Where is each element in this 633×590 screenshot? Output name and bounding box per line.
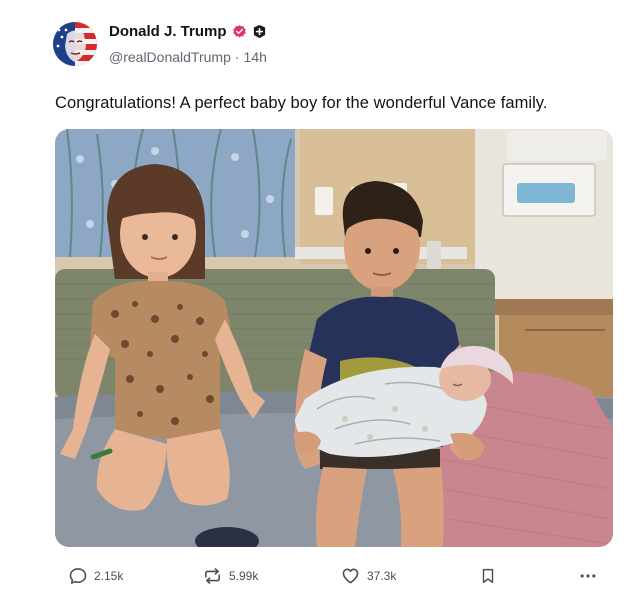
speech-bubble-icon xyxy=(69,568,87,584)
post-card: Donald J. Trump @realDonaldTrump · 14h C… xyxy=(0,0,633,590)
post-text: Congratulations! A perfect baby boy for … xyxy=(55,94,548,112)
repost-arrows-icon xyxy=(205,568,220,584)
heart-icon xyxy=(342,568,359,584)
repost-button[interactable]: 5.99k xyxy=(202,566,258,586)
post-photo[interactable] xyxy=(55,129,613,547)
author-display-name[interactable]: Donald J. Trump xyxy=(109,23,227,40)
plus-badge-icon xyxy=(252,24,267,39)
more-button[interactable] xyxy=(578,566,598,586)
reply-button[interactable]: 2.15k xyxy=(68,566,123,586)
more-dots-icon xyxy=(580,574,596,578)
author-handle[interactable]: @realDonaldTrump xyxy=(109,49,231,65)
repost-count: 5.99k xyxy=(229,569,259,583)
reply-count: 2.15k xyxy=(94,569,124,583)
bookmark-button[interactable] xyxy=(479,566,497,586)
avatar[interactable] xyxy=(53,22,97,66)
like-button[interactable]: 37.3k xyxy=(340,566,396,586)
author-handle-row: @realDonaldTrump · 14h xyxy=(109,49,267,65)
action-bar: 2.15k 5.99k 37.3k xyxy=(0,566,633,590)
verified-badge-icon xyxy=(232,24,247,39)
meta-separator: · xyxy=(234,49,240,65)
post-time[interactable]: 14h xyxy=(244,49,267,65)
bookmark-icon xyxy=(482,568,494,584)
author-name-row: Donald J. Trump xyxy=(109,23,267,40)
like-count: 37.3k xyxy=(367,569,397,583)
